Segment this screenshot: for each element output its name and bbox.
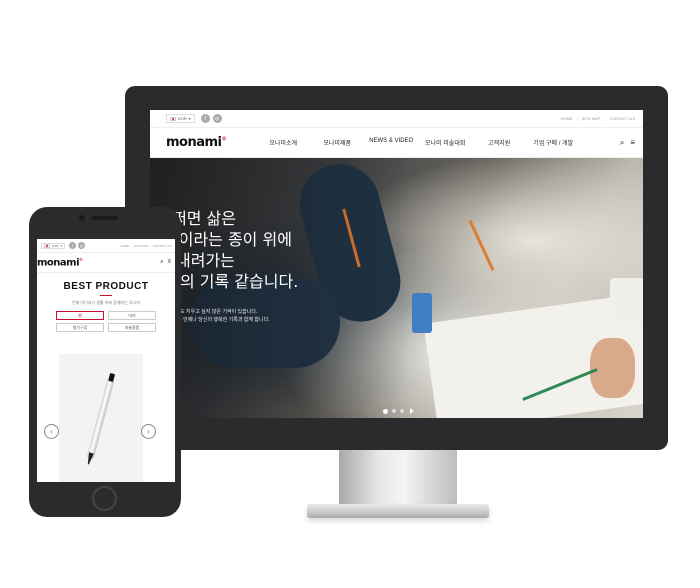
- filter-art-supplies-button[interactable]: 미술용품: [108, 323, 156, 332]
- menu-item-corporate[interactable]: 기업 구매 / 개발: [526, 138, 580, 147]
- desktop-nav: monami® 모나미소개 모나미제품 NEWS & VIDEO 모나미 미술대…: [150, 128, 643, 158]
- main-menu: 모나미소개 모나미제품 NEWS & VIDEO 모나미 미술대회 고객지원 기…: [256, 138, 580, 147]
- mobile-phone: KOR ▾ f ◎ HOME SITE MAP CONTACT US monam…: [29, 207, 181, 517]
- logo-text: monami: [166, 135, 222, 150]
- social-links: f ◎: [69, 242, 86, 249]
- facebook-icon[interactable]: f: [200, 114, 210, 123]
- menu-item-art-contest[interactable]: 모나미 미술대회: [418, 138, 472, 147]
- chevron-down-icon: ▾: [60, 243, 63, 248]
- menu-item-news-video[interactable]: NEWS & VIDEO: [364, 138, 418, 147]
- mobile-nav: monami® ⌕ ≡: [37, 253, 175, 273]
- hamburger-menu-icon[interactable]: ≡: [630, 138, 635, 148]
- slide-dot[interactable]: [392, 409, 396, 413]
- phone-camera: [79, 215, 85, 221]
- desktop-screen: KOR ▾ f ◎ HOME SITE MAP CONTACT US monam…: [150, 110, 643, 418]
- play-icon[interactable]: [410, 408, 414, 414]
- home-link[interactable]: HOME: [561, 116, 573, 121]
- sitemap-link[interactable]: SITE MAP: [577, 116, 601, 121]
- top-links: HOME SITE MAP CONTACT US: [561, 116, 635, 121]
- language-selector[interactable]: KOR ▾: [166, 114, 195, 123]
- language-selector[interactable]: KOR ▾: [41, 242, 66, 249]
- filter-pen-button[interactable]: 펜: [56, 311, 104, 320]
- facebook-icon[interactable]: f: [69, 242, 77, 249]
- chevron-down-icon: ▾: [188, 116, 191, 121]
- logo-text: monami: [37, 257, 80, 269]
- desktop-topbar: KOR ▾ f ◎ HOME SITE MAP CONTACT US: [150, 110, 643, 128]
- hero-banner: 쩌면 삶은 생이라는 종이 위에 내려가는 의 기록 같습니다. 도 지우고 싶…: [150, 158, 643, 418]
- monami-logo[interactable]: monami®: [166, 135, 227, 150]
- menu-item-products[interactable]: 모나미제품: [310, 138, 364, 147]
- hero-photo-mug: [610, 278, 643, 326]
- next-arrow-button[interactable]: ›: [141, 424, 156, 439]
- menu-item-support[interactable]: 고객지원: [472, 138, 526, 147]
- pen-product-icon: [86, 378, 115, 460]
- contact-link[interactable]: CONTACT US: [150, 244, 172, 248]
- filter-marker-button[interactable]: 마커: [108, 311, 156, 320]
- monami-logo[interactable]: monami®: [37, 257, 83, 268]
- language-label: KOR: [178, 116, 187, 121]
- korea-flag-icon: [170, 116, 176, 121]
- hero-sub-line: 도 지우고 싶지 않은 기억이 있습니다.: [180, 309, 258, 315]
- product-image[interactable]: [59, 354, 143, 482]
- monitor-stand-neck: [339, 450, 457, 506]
- section-description: 언제 어디서나 생활 속에 함께하는 모나미: [71, 300, 141, 305]
- monitor-stand-base: [307, 504, 489, 518]
- menu-item-about[interactable]: 모나미소개: [256, 138, 310, 147]
- search-icon[interactable]: ⌕: [160, 259, 163, 266]
- sitemap-link[interactable]: SITE MAP: [131, 244, 148, 248]
- phone-speaker: [92, 216, 118, 220]
- category-filters: 펜 마커 필기구류 미술용품: [37, 311, 175, 332]
- phone-home-button: [92, 486, 117, 511]
- slider-pagination: [383, 408, 414, 414]
- logo-mark: ®: [221, 136, 227, 143]
- prev-arrow-button[interactable]: ‹: [44, 424, 59, 439]
- title-underline: [100, 295, 112, 296]
- desktop-monitor: KOR ▾ f ◎ HOME SITE MAP CONTACT US monam…: [125, 86, 668, 450]
- top-links: HOME SITE MAP CONTACT US: [120, 244, 172, 248]
- social-links: f ◎: [200, 114, 222, 123]
- home-link[interactable]: HOME: [120, 244, 129, 248]
- mobile-screen: KOR ▾ f ◎ HOME SITE MAP CONTACT US monam…: [37, 239, 175, 482]
- search-icon[interactable]: ⌕: [620, 138, 624, 148]
- filter-writing-button[interactable]: 필기구류: [56, 323, 104, 332]
- korea-flag-icon: [44, 243, 50, 248]
- slide-dot-active[interactable]: [383, 408, 388, 414]
- section-title: BEST PRODUCT: [63, 281, 149, 292]
- nav-icons: ⌕ ≡: [620, 138, 635, 148]
- hero-photo-pencil: [468, 219, 495, 272]
- language-label: KOR: [52, 243, 59, 248]
- mobile-topbar: KOR ▾ f ◎ HOME SITE MAP CONTACT US: [37, 239, 175, 253]
- slide-dot[interactable]: [400, 409, 404, 413]
- instagram-icon[interactable]: ◎: [212, 114, 222, 123]
- nav-icons: ⌕ ≡: [160, 259, 171, 266]
- instagram-icon[interactable]: ◎: [78, 242, 86, 249]
- hero-photo-pencil-cup: [412, 293, 432, 333]
- hero-sub-line: - 언제나 당신의 행복한 기록과 함께 합니다.: [180, 317, 270, 323]
- contact-link[interactable]: CONTACT US: [604, 116, 635, 121]
- hamburger-menu-icon[interactable]: ≡: [167, 259, 171, 266]
- hero-subtext: 도 지우고 싶지 않은 기억이 있습니다. - 언제나 당신의 행복한 기록과 …: [180, 308, 270, 324]
- logo-mark: ®: [79, 256, 83, 262]
